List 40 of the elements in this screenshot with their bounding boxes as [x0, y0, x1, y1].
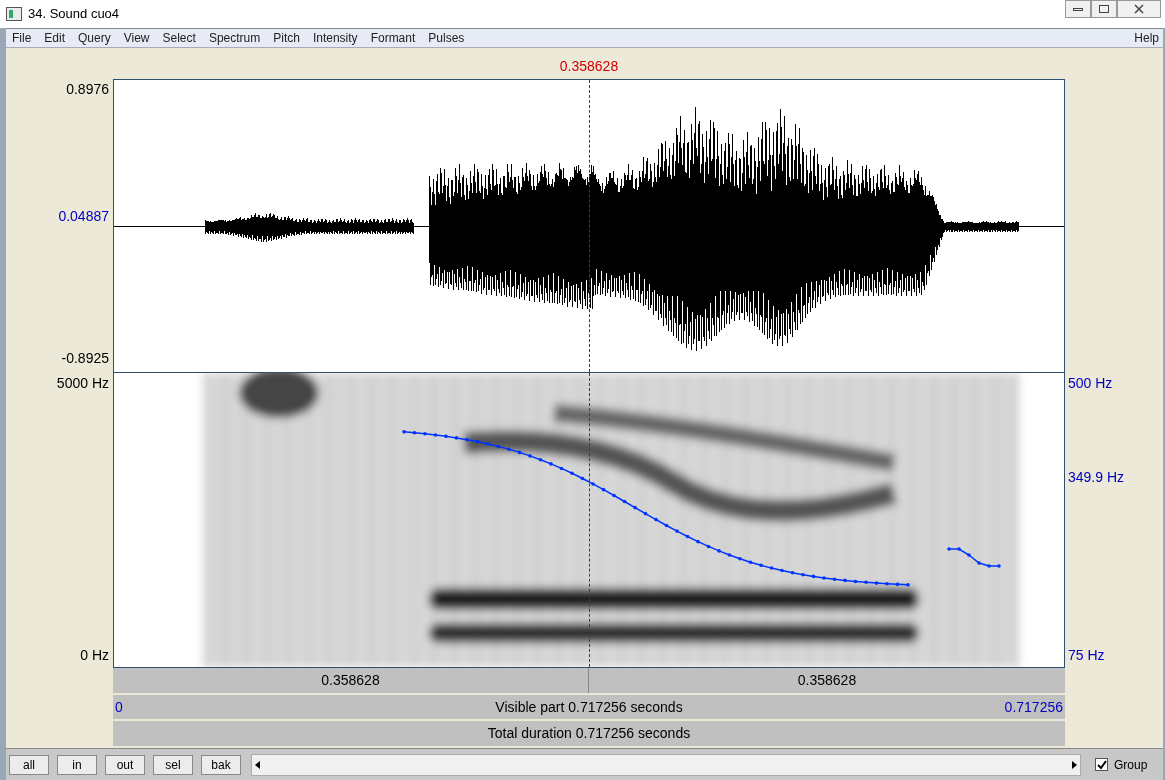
- zoom-button[interactable]: bak: [201, 754, 241, 775]
- menu-item[interactable]: Select: [162, 29, 196, 47]
- menu-item[interactable]: Spectrum: [208, 29, 261, 47]
- frequency-min-label: 0 Hz: [80, 646, 109, 665]
- amplitude-min-label: -0.8925: [61, 349, 109, 368]
- horizontal-scrollbar[interactable]: [251, 753, 1081, 776]
- visible-start-label: 0: [115, 697, 124, 717]
- cursor-time-label: 0.358628: [559, 57, 619, 76]
- menu-item[interactable]: Intensity: [312, 29, 358, 47]
- menu-item[interactable]: Formant: [370, 29, 416, 47]
- menu-item[interactable]: Edit: [44, 29, 66, 47]
- amplitude-zero-label: 0.04887: [58, 207, 109, 226]
- menu-item[interactable]: Pitch: [273, 29, 300, 47]
- close-icon: [1134, 4, 1144, 14]
- visible-part-bar[interactable]: 0 Visible part 0.717256 seconds 0.717256: [113, 695, 1065, 719]
- zoom-button[interactable]: in: [57, 754, 97, 775]
- app-icon: [6, 7, 22, 21]
- time-segment-button[interactable]: 0.358628: [113, 668, 589, 693]
- menu-item[interactable]: View: [123, 29, 150, 47]
- help-menu[interactable]: Help: [1134, 29, 1159, 47]
- amplitude-max-label: 0.8976: [66, 80, 109, 99]
- total-duration-button[interactable]: Total duration 0.717256 seconds: [113, 721, 1065, 746]
- group-checkbox[interactable]: [1095, 758, 1108, 771]
- pitch-min-label: 75 Hz: [1068, 646, 1105, 665]
- zoom-button[interactable]: all: [9, 754, 49, 775]
- visible-part-label: Visible part 0.717256 seconds: [494, 697, 684, 717]
- pitch-mid-label: 349.9 Hz: [1068, 468, 1125, 487]
- time-segment-button[interactable]: 0.358628: [589, 668, 1065, 693]
- menu-item[interactable]: Pulses: [428, 29, 465, 47]
- menu-item[interactable]: Query: [78, 29, 111, 47]
- window-title: 34. Sound cuo4: [28, 5, 120, 24]
- pitch-max-label: 500 Hz: [1068, 374, 1113, 393]
- zoom-button[interactable]: sel: [153, 754, 193, 775]
- visible-end-label: 0.717256: [1003, 697, 1063, 717]
- frequency-max-label: 5000 Hz: [56, 374, 109, 393]
- group-label: Group: [1114, 756, 1148, 774]
- maximize-button[interactable]: [1091, 0, 1117, 18]
- menu-item[interactable]: File: [12, 29, 32, 47]
- zoom-button[interactable]: out: [105, 754, 145, 775]
- minimize-button[interactable]: [1065, 0, 1091, 18]
